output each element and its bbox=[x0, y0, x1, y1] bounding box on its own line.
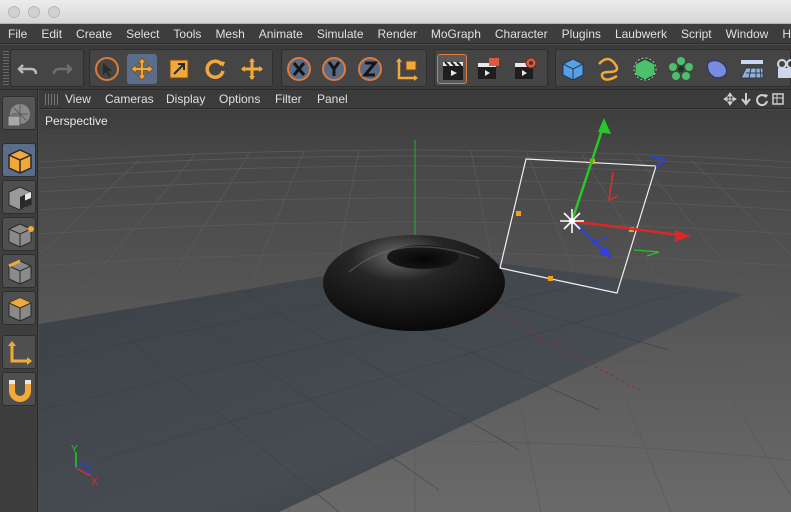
mode-sidebar bbox=[0, 90, 38, 512]
undo-redo-group bbox=[10, 49, 84, 87]
undo-icon[interactable] bbox=[13, 54, 43, 84]
coordinate-system-icon[interactable] bbox=[392, 54, 422, 84]
viewport-camera-label: Perspective bbox=[43, 113, 110, 129]
render-group bbox=[434, 49, 548, 87]
enable-axis-icon[interactable] bbox=[2, 335, 36, 369]
gizmo-x-label: X bbox=[91, 477, 98, 488]
main-menubar: File Edit Create Select Tools Mesh Animate Simu… bbox=[0, 24, 791, 44]
recent-tool-icon[interactable] bbox=[237, 54, 267, 84]
viewport-menu-cameras[interactable]: Cameras bbox=[105, 90, 154, 109]
viewport-zoom-icon[interactable] bbox=[739, 92, 753, 106]
live-selection-icon[interactable] bbox=[92, 54, 122, 84]
menu-character[interactable]: Character bbox=[488, 24, 555, 43]
viewport-rotate-icon[interactable] bbox=[755, 92, 769, 106]
polygons-mode-icon[interactable] bbox=[2, 291, 36, 325]
z-axis-lock-icon[interactable] bbox=[355, 54, 385, 84]
perspective-viewport[interactable]: Y Z X Perspective bbox=[39, 110, 791, 512]
close-window-button[interactable] bbox=[8, 6, 20, 18]
render-settings-icon[interactable] bbox=[510, 54, 540, 84]
move-icon[interactable] bbox=[127, 54, 157, 84]
menu-create[interactable]: Create bbox=[69, 24, 119, 43]
menu-tools[interactable]: Tools bbox=[166, 24, 208, 43]
nurbs-icon[interactable] bbox=[630, 54, 660, 84]
deformer-icon[interactable] bbox=[702, 54, 732, 84]
minimize-window-button[interactable] bbox=[28, 6, 40, 18]
menu-edit[interactable]: Edit bbox=[34, 24, 69, 43]
toolbar-grip[interactable] bbox=[3, 51, 9, 85]
menu-simulate[interactable]: Simulate bbox=[310, 24, 371, 43]
axis-lock-group bbox=[281, 49, 427, 87]
rotate-icon[interactable] bbox=[200, 54, 230, 84]
camera-icon[interactable] bbox=[773, 54, 791, 84]
viewport-menu-options[interactable]: Options bbox=[219, 90, 260, 109]
viewport-menu-panel[interactable]: Panel bbox=[317, 90, 348, 109]
menu-help[interactable]: He bbox=[775, 24, 791, 43]
menu-render[interactable]: Render bbox=[371, 24, 424, 43]
floor-icon[interactable] bbox=[737, 54, 767, 84]
gizmo-y-label: Y bbox=[71, 444, 78, 455]
y-axis-lock-icon[interactable] bbox=[319, 54, 349, 84]
viewport-menu-grip[interactable] bbox=[45, 94, 59, 105]
menu-mesh[interactable]: Mesh bbox=[208, 24, 251, 43]
menu-animate[interactable]: Animate bbox=[252, 24, 310, 43]
menu-select[interactable]: Select bbox=[119, 24, 166, 43]
array-icon[interactable] bbox=[666, 54, 696, 84]
menu-laubwerk[interactable]: Laubwerk bbox=[608, 24, 674, 43]
menu-script[interactable]: Script bbox=[674, 24, 719, 43]
redo-icon[interactable] bbox=[47, 54, 77, 84]
transform-tools-group bbox=[89, 49, 273, 87]
spline-icon[interactable] bbox=[593, 54, 623, 84]
menu-mograph[interactable]: MoGraph bbox=[424, 24, 488, 43]
scale-icon[interactable] bbox=[164, 54, 194, 84]
main-toolbar bbox=[0, 45, 791, 90]
window-titlebar bbox=[0, 0, 791, 24]
viewport-maximize-icon[interactable] bbox=[771, 92, 785, 106]
torus-object[interactable] bbox=[323, 235, 505, 331]
make-editable-icon[interactable] bbox=[2, 96, 36, 130]
object-create-group bbox=[555, 49, 791, 87]
gizmo-z-label: Z bbox=[85, 465, 91, 476]
x-axis-lock-icon[interactable] bbox=[284, 54, 314, 84]
viewport-menu-display[interactable]: Display bbox=[166, 90, 205, 109]
cube-icon[interactable] bbox=[558, 54, 588, 84]
points-mode-icon[interactable] bbox=[2, 217, 36, 251]
texture-mode-icon[interactable] bbox=[2, 180, 36, 214]
snap-icon[interactable] bbox=[2, 372, 36, 406]
viewport-menu-view[interactable]: View bbox=[65, 90, 91, 109]
menu-plugins[interactable]: Plugins bbox=[555, 24, 608, 43]
render-to-picture-viewer-icon[interactable] bbox=[473, 54, 503, 84]
render-view-icon[interactable] bbox=[437, 54, 467, 84]
viewport-pan-icon[interactable] bbox=[723, 92, 737, 106]
menu-window[interactable]: Window bbox=[719, 24, 776, 43]
viewport-menubar: View Cameras Display Options Filter Pane… bbox=[39, 90, 791, 109]
viewport-scene[interactable]: Y Z X bbox=[39, 110, 791, 512]
edges-mode-icon[interactable] bbox=[2, 254, 36, 288]
viewport-menu-filter[interactable]: Filter bbox=[275, 90, 302, 109]
model-mode-icon[interactable] bbox=[2, 143, 36, 177]
zoom-window-button[interactable] bbox=[48, 6, 60, 18]
menu-file[interactable]: File bbox=[0, 24, 34, 43]
